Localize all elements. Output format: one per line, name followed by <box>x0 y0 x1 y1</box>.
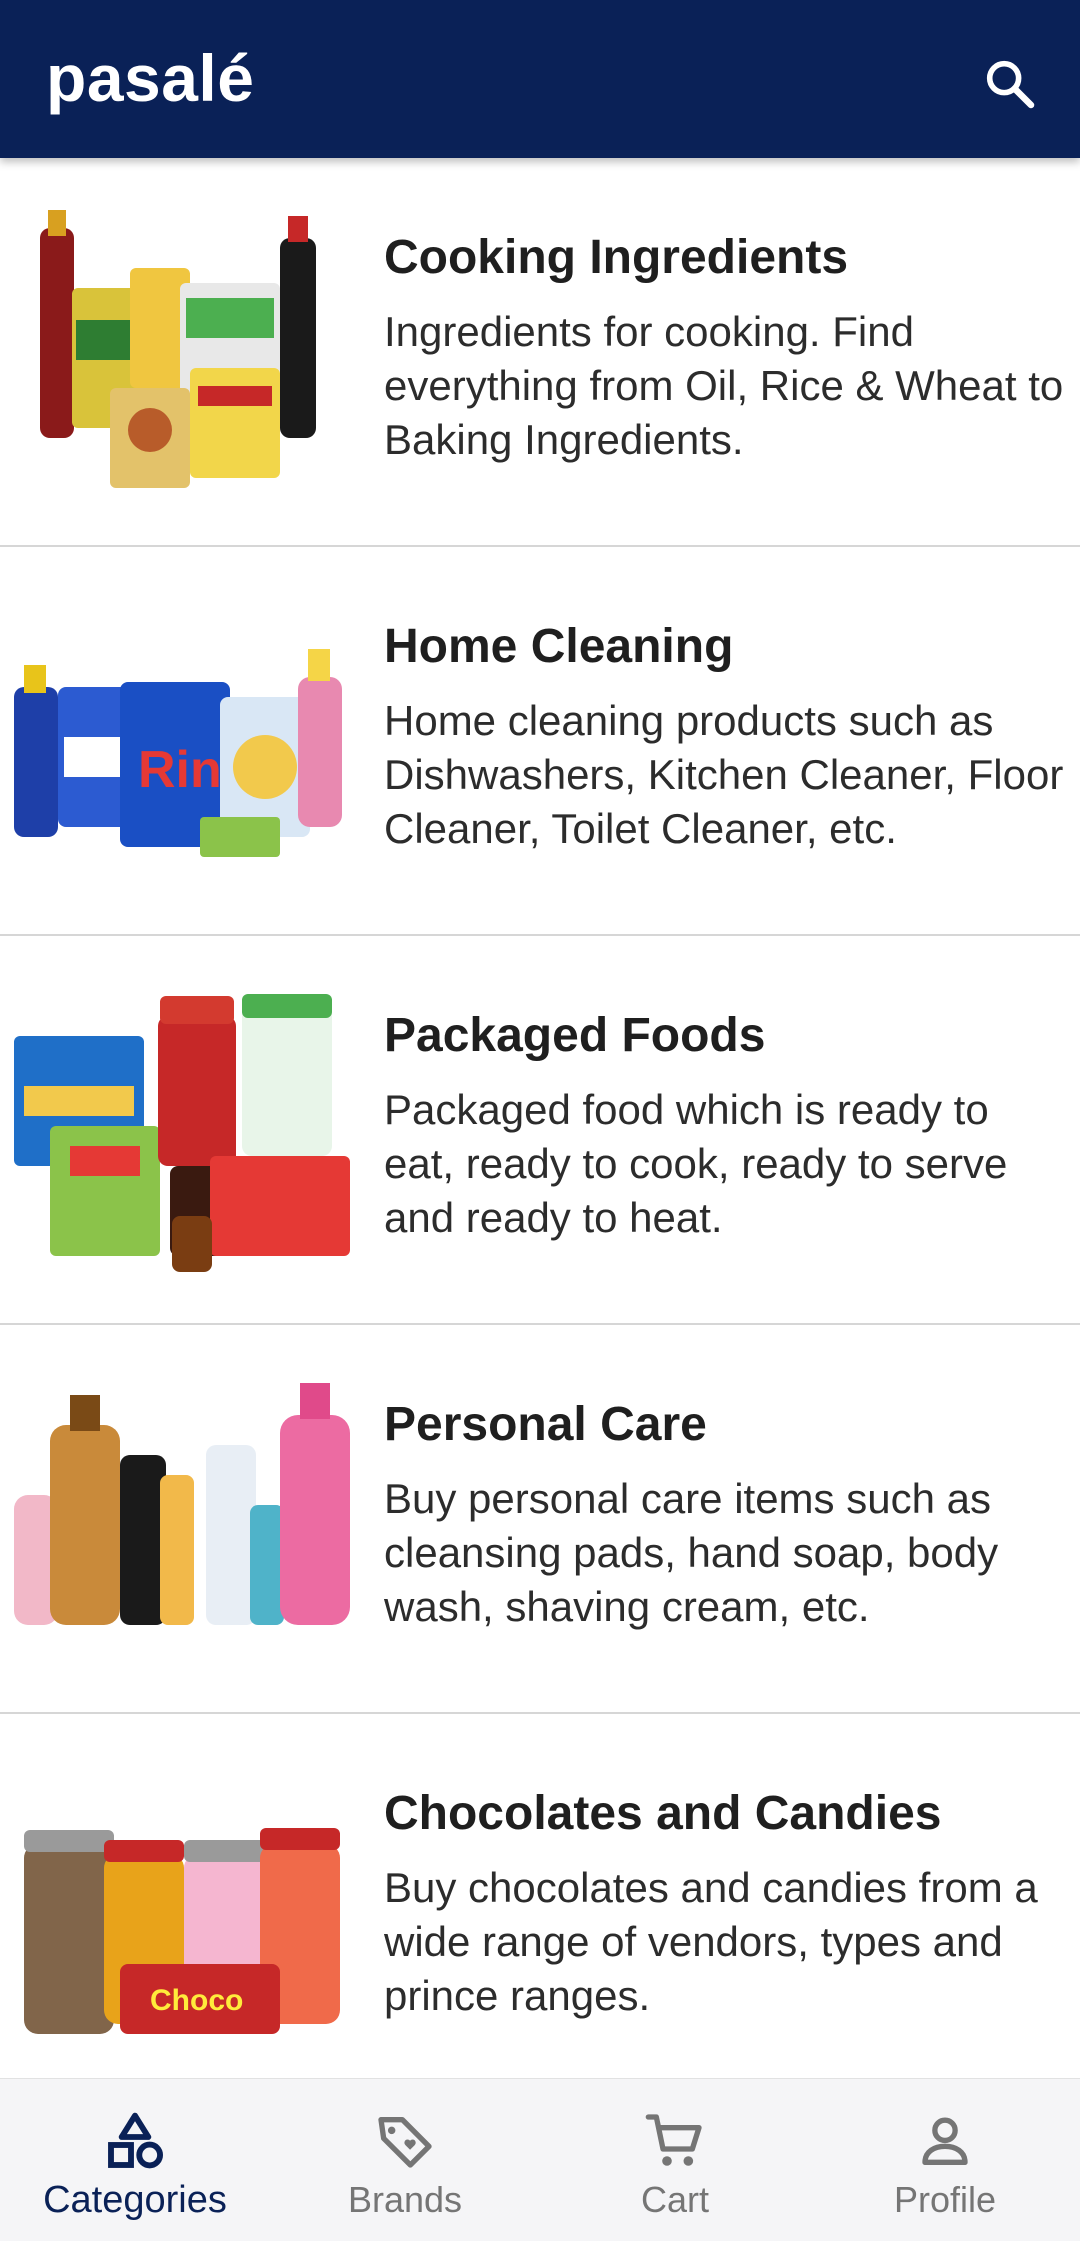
app-title: pasalé <box>46 41 255 115</box>
category-text: Packaged Foods Packaged food which is re… <box>384 1008 1064 1245</box>
search-icon <box>986 60 1035 109</box>
category-row-chocolates-candies[interactable]: Choco Chocolates and Candies Buy chocola… <box>0 1714 1080 2103</box>
category-title: Home Cleaning <box>384 620 734 673</box>
category-text: Home Cleaning Home cleaning products suc… <box>384 619 1064 856</box>
category-row-packaged-foods[interactable]: Packaged Foods Packaged food which is re… <box>0 936 1080 1325</box>
person-icon <box>922 2117 968 2165</box>
category-description: Packaged food which is ready to eat, rea… <box>384 1086 1008 1241</box>
category-title: Chocolates and Candies <box>384 1787 942 1840</box>
category-title: Packaged Foods <box>384 1009 766 1062</box>
category-list: Cooking Ingredients Ingredients for cook… <box>0 158 1080 2103</box>
svg-text:Rin: Rin <box>138 741 222 799</box>
home-cleaning-image: Rin <box>14 649 342 857</box>
search-button[interactable] <box>972 46 1048 122</box>
category-description: Buy personal care items such as cleansin… <box>384 1475 999 1630</box>
nav-label: Profile <box>893 2179 997 2220</box>
category-row-home-cleaning[interactable]: Rin Home Cleaning Home cleaning products… <box>0 547 1080 936</box>
category-row-personal-care[interactable]: Personal Care Buy personal care items su… <box>0 1325 1080 1714</box>
category-title: Personal Care <box>384 1398 707 1451</box>
tag-heart-icon <box>378 2117 432 2168</box>
nav-label: Cart <box>640 2179 709 2220</box>
nav-label: Categories <box>43 2179 227 2221</box>
category-text: Personal Care Buy personal care items su… <box>384 1397 1064 1634</box>
nav-cart[interactable]: Cart <box>540 2079 810 2241</box>
nav-categories[interactable]: Categories <box>0 2079 270 2241</box>
svg-text:Choco: Choco <box>150 1984 243 2017</box>
cooking-ingredients-image <box>40 210 316 488</box>
app-bar: pasalé <box>0 0 1080 158</box>
packaged-foods-image <box>14 994 350 1272</box>
category-description: Ingredients for cooking. Find everything… <box>384 308 1064 463</box>
chocolates-candies-image: Choco <box>24 1828 340 2034</box>
nav-label: Brands <box>347 2179 463 2220</box>
category-text: Cooking Ingredients Ingredients for cook… <box>384 230 1064 467</box>
shapes-icon <box>108 2112 164 2169</box>
cart-icon <box>645 2114 702 2166</box>
category-description: Home cleaning products such as Dishwashe… <box>384 697 1064 852</box>
category-description: Buy chocolates and candies from a wide r… <box>384 1864 1038 2019</box>
nav-profile[interactable]: Profile <box>810 2079 1080 2241</box>
bottom-navigation: Categories Brands Cart Profile <box>0 2078 1080 2241</box>
category-text: Chocolates and Candies Buy chocolates an… <box>384 1786 1064 2023</box>
nav-brands[interactable]: Brands <box>270 2079 540 2241</box>
personal-care-image <box>14 1383 350 1625</box>
category-title: Cooking Ingredients <box>384 231 849 284</box>
category-row-cooking-ingredients[interactable]: Cooking Ingredients Ingredients for cook… <box>0 158 1080 547</box>
